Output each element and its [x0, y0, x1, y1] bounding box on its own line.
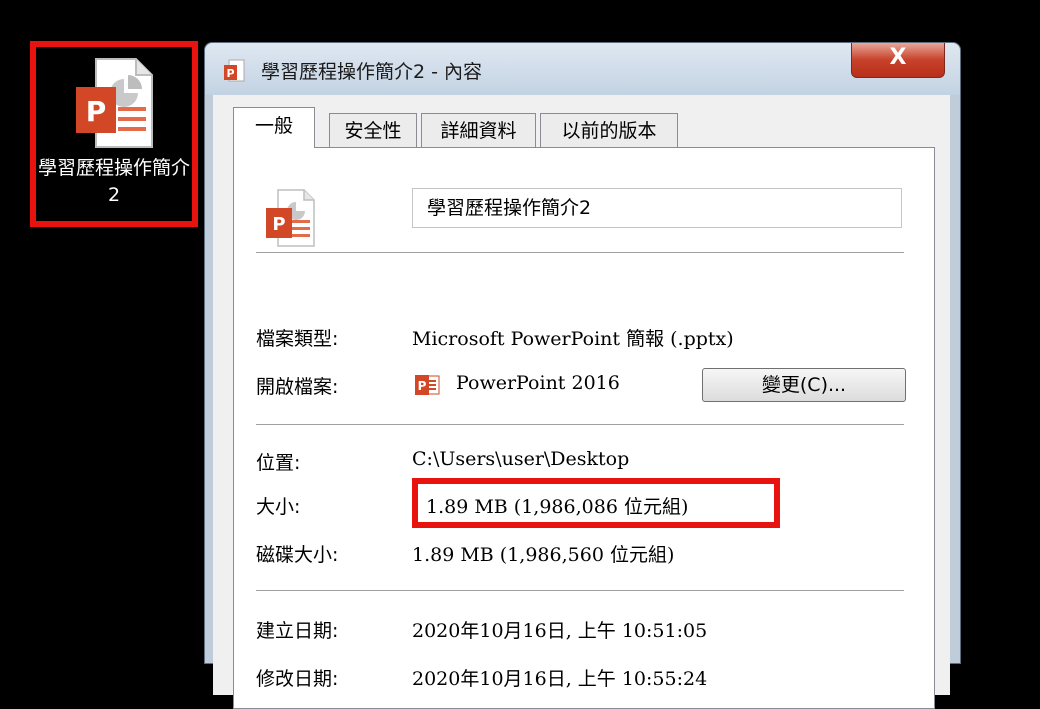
- location-value: C:\Users\user\Desktop: [412, 448, 630, 470]
- tab-details[interactable]: 詳細資料: [421, 113, 536, 147]
- desktop-file-label: 學習歷程操作簡介2: [37, 157, 190, 206]
- location-label: 位置:: [256, 452, 301, 474]
- change-button[interactable]: 變更(C)...: [702, 368, 906, 402]
- powerpoint-app-icon: P: [415, 375, 440, 395]
- opens-with-label: 開啟檔案:: [256, 376, 339, 398]
- size-label: 大小:: [256, 496, 301, 518]
- desktop-file-icon[interactable]: P 學習歷程操作簡介2: [30, 41, 198, 227]
- svg-text:P: P: [86, 95, 107, 128]
- created-value: 2020年10月16日, 上午 10:51:05: [412, 620, 708, 642]
- opens-with-value: PowerPoint 2016: [456, 372, 620, 394]
- size-on-disk-label: 磁碟大小:: [256, 544, 339, 566]
- powerpoint-file-icon: P: [266, 189, 315, 247]
- dialog-body: 一般 安全性 詳細資料 以前的版本 P 學習歷程操作簡介2 檔案類型: Micr…: [213, 95, 950, 709]
- tab-security[interactable]: 安全性: [329, 113, 417, 147]
- powerpoint-file-icon: P: [76, 58, 153, 148]
- divider: [256, 590, 904, 591]
- svg-text:P: P: [226, 67, 234, 80]
- size-on-disk-value: 1.89 MB (1,986,560 位元組): [412, 544, 675, 566]
- file-type-value: Microsoft PowerPoint 簡報 (.pptx): [412, 328, 734, 350]
- file-name-field[interactable]: 學習歷程操作簡介2: [412, 188, 902, 228]
- divider: [256, 424, 904, 425]
- close-button[interactable]: X: [851, 43, 945, 78]
- svg-text:P: P: [272, 214, 285, 235]
- general-tab-panel: P 學習歷程操作簡介2 檔案類型: Microsoft PowerPoint 簡…: [233, 147, 935, 709]
- title-bar[interactable]: P 學習歷程操作簡介2 - 內容 X: [205, 43, 960, 95]
- window-title: 學習歷程操作簡介2 - 內容: [261, 61, 483, 83]
- modified-value: 2020年10月16日, 上午 10:55:24: [412, 668, 708, 690]
- file-type-label: 檔案類型:: [256, 328, 339, 350]
- powerpoint-icon: P: [224, 59, 245, 82]
- tab-general[interactable]: 一般: [233, 107, 315, 148]
- divider: [256, 252, 904, 253]
- size-highlight-box: [412, 478, 780, 528]
- modified-label: 修改日期:: [256, 668, 339, 690]
- tab-previous-versions[interactable]: 以前的版本: [540, 113, 678, 147]
- created-label: 建立日期:: [256, 620, 339, 642]
- properties-window: P 學習歷程操作簡介2 - 內容 X 一般 安全性 詳細資料 以前的版本 P 學…: [204, 42, 961, 709]
- svg-text:P: P: [418, 379, 427, 393]
